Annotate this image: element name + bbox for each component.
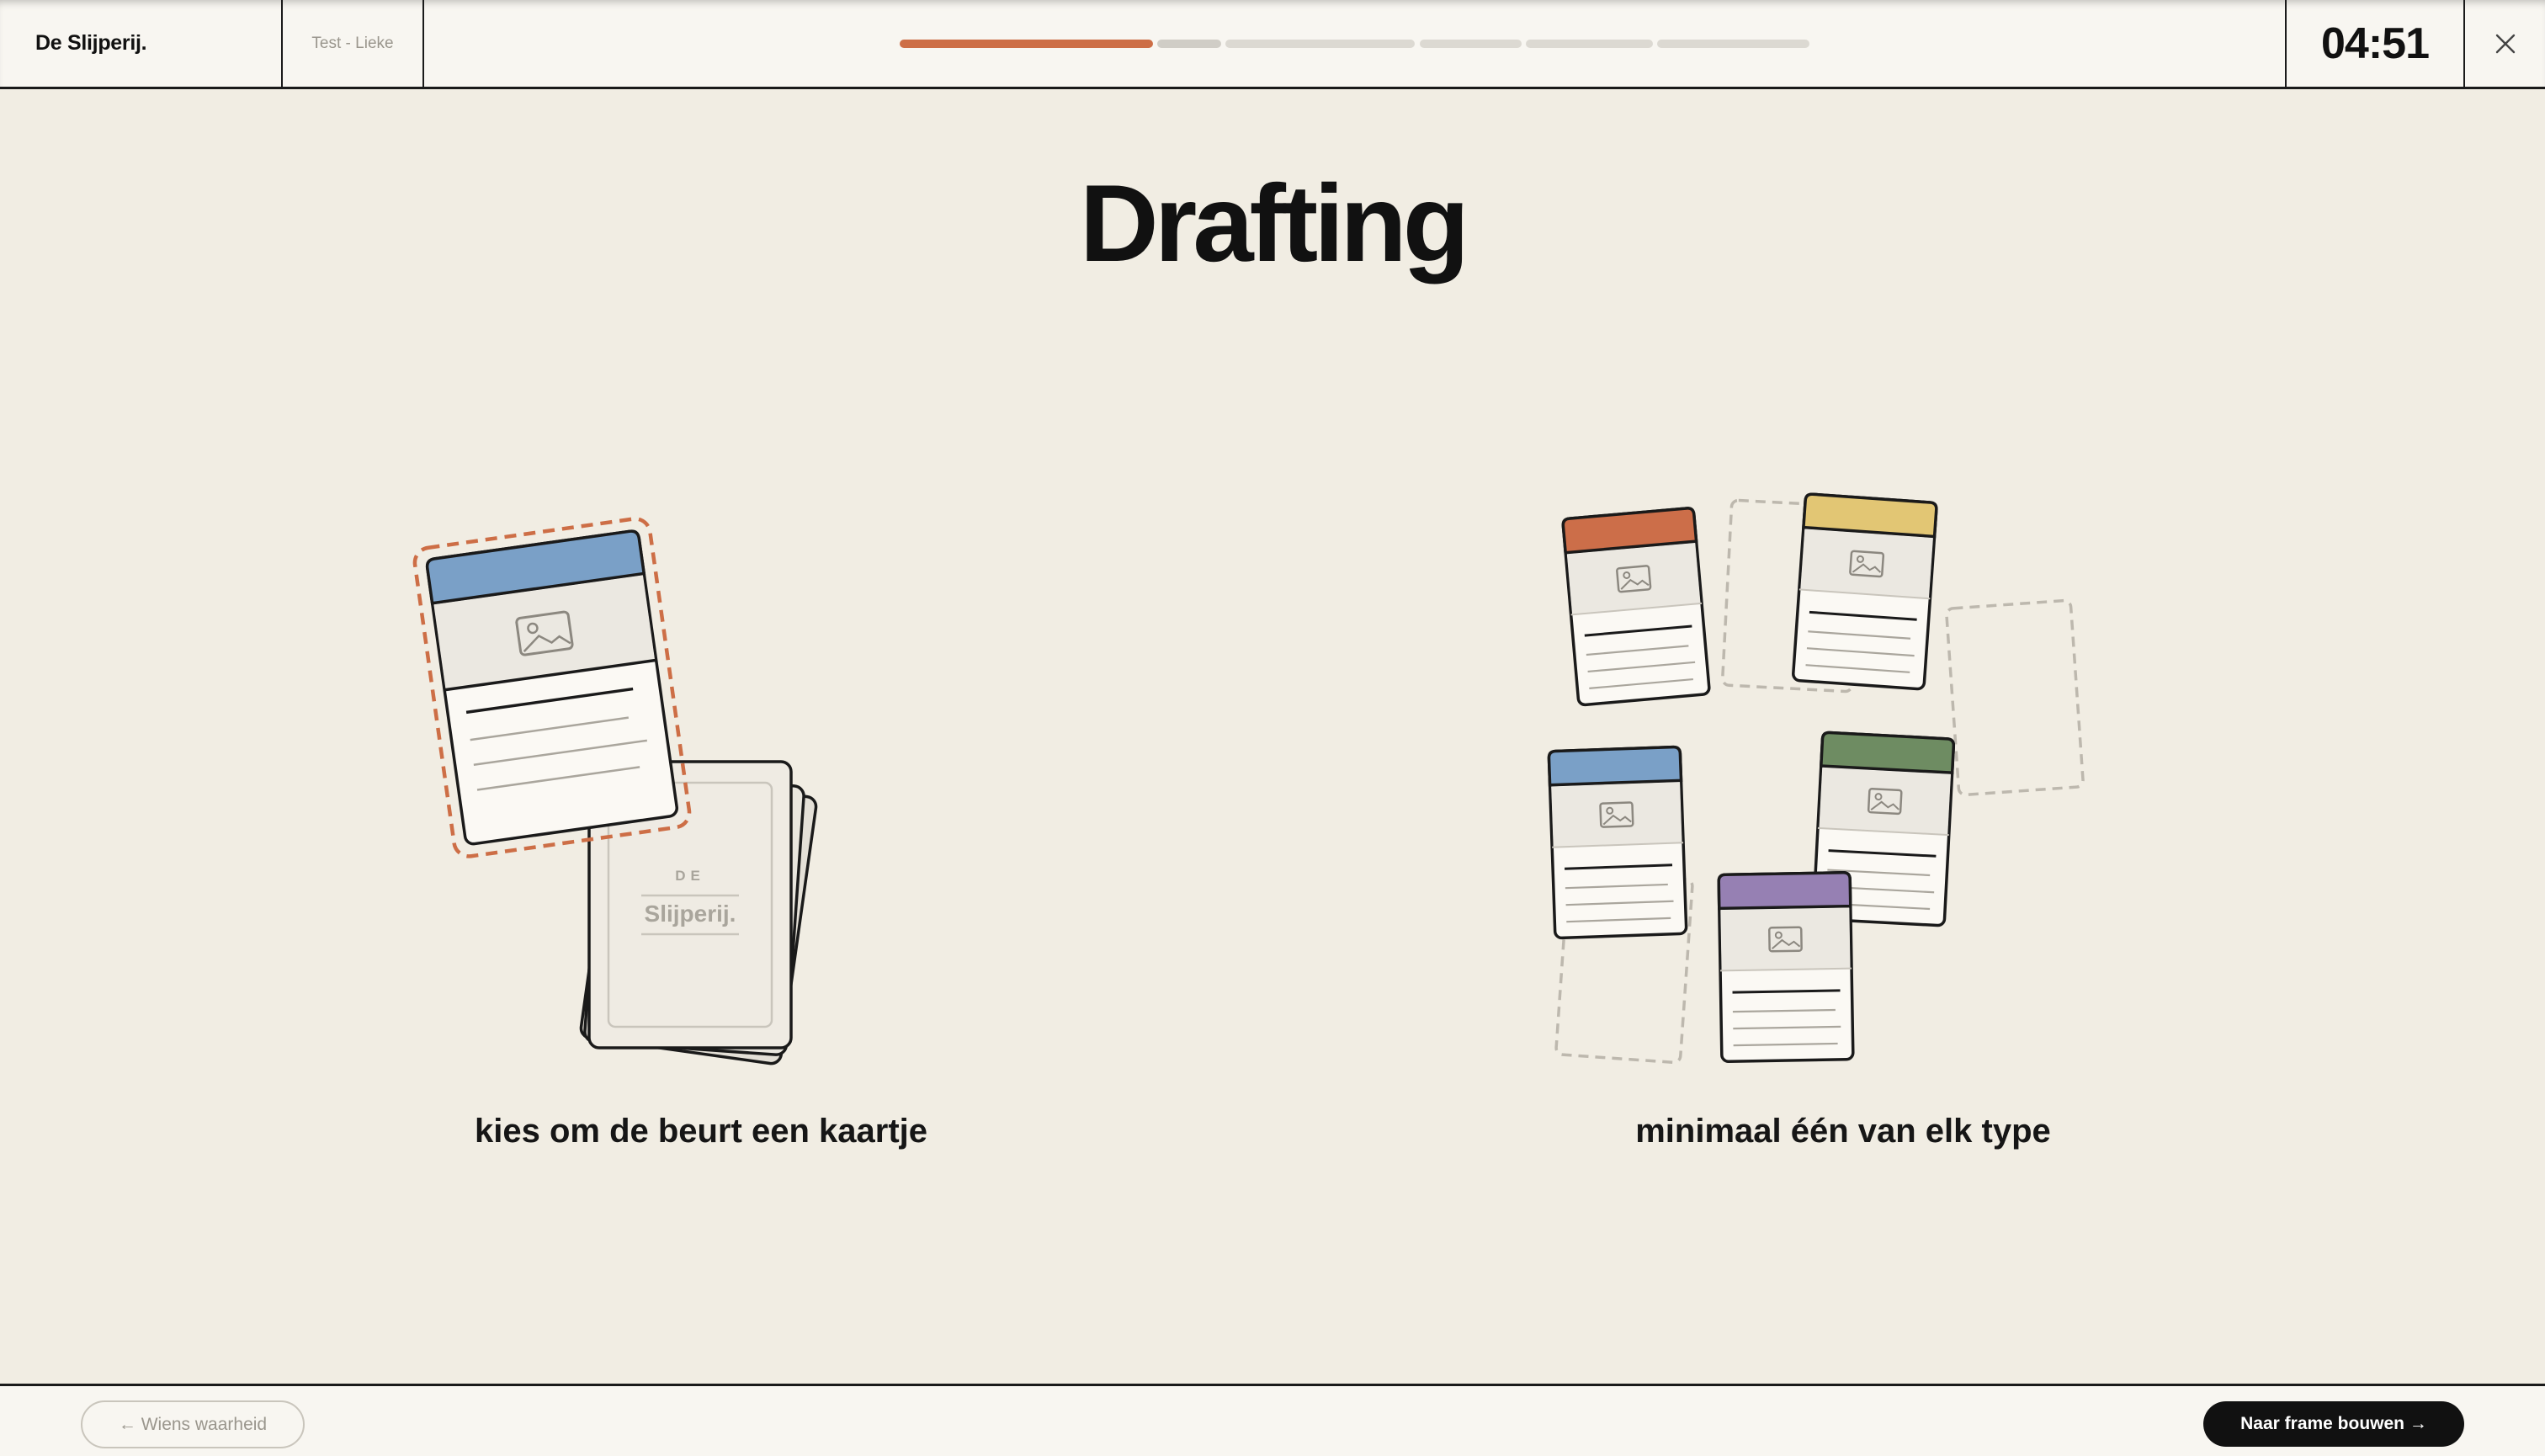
close-button[interactable] — [2465, 0, 2545, 87]
progress-segment — [1420, 40, 1522, 48]
step-caption-pick: kies om de beurt een kaartje — [474, 1113, 927, 1150]
close-icon — [2495, 34, 2515, 53]
deck-label-bottom: Slijperij. — [645, 901, 736, 927]
card-types-illustration — [1547, 492, 2085, 1065]
draft-deck-illustration: DE Slijperij. — [412, 517, 818, 1065]
back-button[interactable]: ← Wiens waarheid — [81, 1400, 305, 1448]
page-title: Drafting — [1079, 162, 1469, 284]
progress-segment — [1157, 40, 1221, 48]
countdown-timer: 04:51 — [2285, 0, 2465, 87]
card-yellow — [1792, 492, 1938, 691]
step-caption-types: minimaal één van elk type — [1635, 1113, 2051, 1150]
card-blue — [1547, 745, 1688, 940]
picked-card — [412, 517, 692, 858]
progress-bar — [0, 40, 2545, 50]
next-button[interactable]: Naar frame bouwen → — [2203, 1401, 2464, 1447]
progress-segment — [1225, 40, 1415, 48]
bottom-bar: ← Wiens waarheid Naar frame bouwen → — [0, 1384, 2545, 1456]
progress-segment — [900, 40, 1153, 48]
card-purple — [1717, 871, 1855, 1063]
card-orange — [1561, 507, 1711, 707]
progress-segment — [1657, 40, 1809, 48]
top-bar: De Slijperij. Test - Lieke 04:51 — [0, 0, 2545, 89]
deck-label-top: DE — [675, 868, 705, 884]
progress-segment — [1526, 40, 1653, 48]
